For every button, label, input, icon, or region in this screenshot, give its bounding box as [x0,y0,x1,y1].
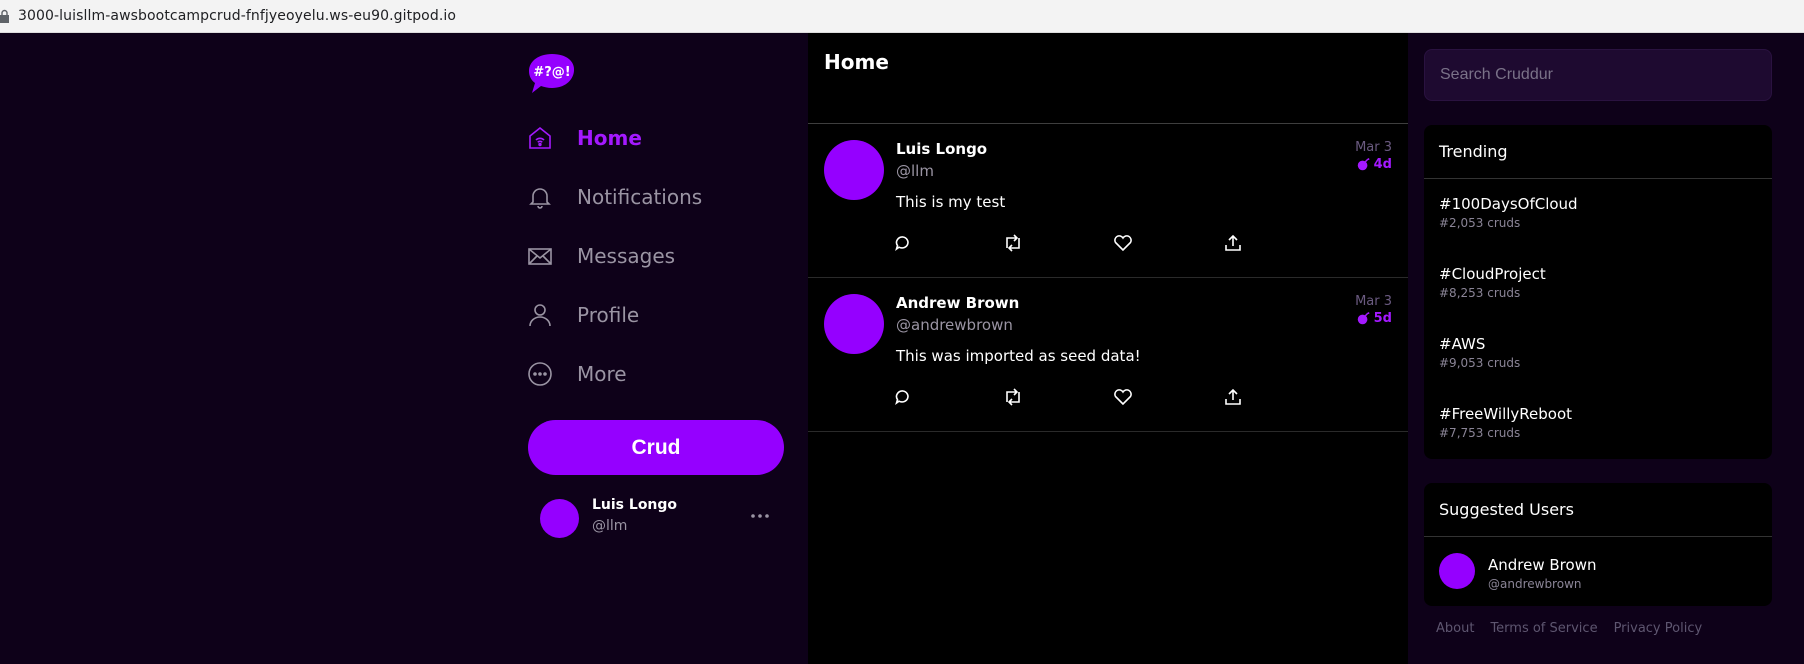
logo-text: #?@! [533,65,570,80]
right-sidebar: Trending #100DaysOfCloud #2,053 cruds #C… [1408,33,1804,664]
browser-url[interactable]: 3000-luisllm-awsbootcampcrud-fnfjyeoyelu… [18,8,456,24]
browser-address-bar[interactable]: 3000-luisllm-awsbootcampcrud-fnfjyeoyelu… [0,0,1804,33]
footer-link-privacy[interactable]: Privacy Policy [1614,621,1703,636]
trending-item[interactable]: #CloudProject #8,253 cruds [1424,249,1772,319]
main-feed: Home Luis Longo @llm Mar 3 4d This is my… [808,33,1408,664]
share-icon[interactable] [1218,382,1248,412]
envelope-icon [527,243,553,269]
nav-item-messages[interactable]: Messages [527,237,675,275]
trending-count: #7,753 cruds [1439,426,1521,440]
post-expiry: 5d [1357,311,1392,326]
feed-header: Home [808,33,1408,124]
post-text: This is my test [896,193,1006,211]
repost-icon[interactable] [998,382,1028,412]
post-expiry: 4d [1357,157,1392,172]
avatar [1439,553,1475,589]
home-icon [527,125,553,151]
post-author-name[interactable]: Andrew Brown [896,294,1019,312]
left-sidebar: #?@! Home Notifications Messages Profile… [0,33,807,664]
post-actions [888,382,1308,412]
post-date: Mar 3 [1355,294,1392,309]
cruddur-logo[interactable]: #?@! [528,52,576,96]
trending-tag: #100DaysOfCloud [1439,195,1578,213]
trending-item[interactable]: #100DaysOfCloud #2,053 cruds [1424,179,1772,249]
trending-tag: #AWS [1439,335,1486,353]
reply-icon[interactable] [888,228,918,258]
current-user-handle: @llm [592,518,628,534]
bomb-icon [1357,158,1369,171]
more-circle-icon [527,361,553,387]
bell-icon [527,184,553,210]
nav-label-notifications: Notifications [577,185,703,209]
nav-label-messages: Messages [577,244,676,268]
suggested-user-handle: @andrewbrown [1488,577,1582,591]
current-user-card[interactable]: Luis Longo @llm [540,497,785,545]
post-author-name[interactable]: Luis Longo [896,140,987,158]
nav-item-notifications[interactable]: Notifications [527,178,702,216]
footer-link-about[interactable]: About [1436,621,1474,636]
more-options-icon[interactable] [745,501,775,531]
trending-count: #2,053 cruds [1439,216,1521,230]
nav-label-profile: Profile [577,303,640,327]
trending-title: Trending [1424,125,1772,179]
activity-item[interactable]: Andrew Brown @andrewbrown Mar 3 5d This … [808,278,1408,432]
trending-count: #9,053 cruds [1439,356,1521,370]
post-expiry-label: 5d [1373,311,1392,326]
footer-links: About Terms of Service Privacy Policy [1436,621,1718,636]
page-title: Home [824,50,889,74]
suggested-users-title: Suggested Users [1424,483,1772,537]
suggested-user-name: Andrew Brown [1488,556,1597,574]
crud-button[interactable]: Crud [528,420,784,475]
trending-item[interactable]: #FreeWillyReboot #7,753 cruds [1424,389,1772,459]
avatar[interactable] [824,140,884,200]
post-date: Mar 3 [1355,140,1392,155]
post-expiry-label: 4d [1373,157,1392,172]
current-user-name: Luis Longo [592,497,678,513]
lock-icon [0,9,9,23]
post-author-handle: @andrewbrown [896,316,1013,334]
heart-icon[interactable] [1108,382,1138,412]
footer-link-terms[interactable]: Terms of Service [1490,621,1597,636]
nav-item-more[interactable]: More [527,355,627,393]
suggested-users-box: Suggested Users Andrew Brown @andrewbrow… [1424,483,1772,606]
post-text: This was imported as seed data! [896,347,1141,365]
trending-count: #8,253 cruds [1439,286,1521,300]
share-icon[interactable] [1218,228,1248,258]
bomb-icon [1357,312,1369,325]
trending-item[interactable]: #AWS #9,053 cruds [1424,319,1772,389]
nav-label-more: More [577,362,627,386]
post-actions [888,228,1308,258]
trending-tag: #FreeWillyReboot [1439,405,1573,423]
reply-icon[interactable] [888,382,918,412]
post-author-handle: @llm [896,162,934,180]
heart-icon[interactable] [1108,228,1138,258]
trending-tag: #CloudProject [1439,265,1546,283]
avatar[interactable] [824,294,884,354]
person-icon [527,302,553,328]
nav-item-home[interactable]: Home [527,119,642,157]
repost-icon[interactable] [998,228,1028,258]
activity-item[interactable]: Luis Longo @llm Mar 3 4d This is my test [808,124,1408,278]
trending-box: Trending #100DaysOfCloud #2,053 cruds #C… [1424,125,1772,459]
nav-item-profile[interactable]: Profile [527,296,639,334]
suggested-user[interactable]: Andrew Brown @andrewbrown [1424,537,1772,606]
search-input[interactable] [1424,49,1772,101]
avatar [540,499,579,538]
nav-label-home: Home [577,126,642,150]
